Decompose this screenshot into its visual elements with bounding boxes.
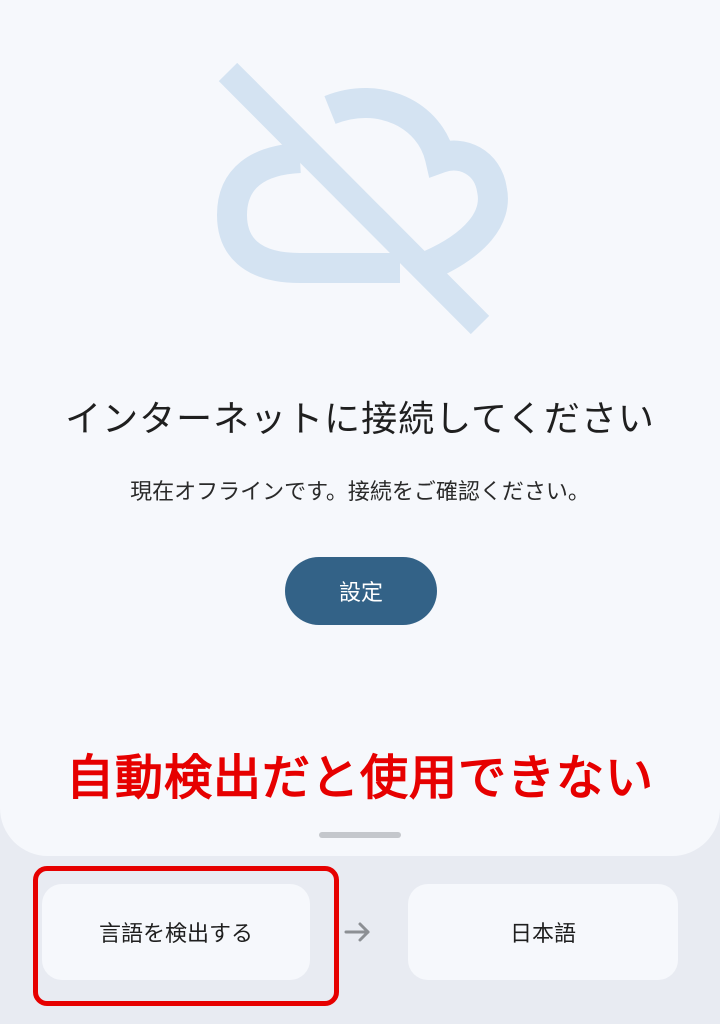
source-language-label: 言語を検出する xyxy=(98,922,253,947)
offline-title: インターネットに接続してください xyxy=(65,399,655,440)
settings-button-label: 設定 xyxy=(338,581,383,606)
source-language-button[interactable]: 言語を検出する xyxy=(42,884,310,980)
offline-card: インターネットに接続してください 現在オフラインです。接続をご確認ください。 設… xyxy=(0,0,720,856)
arrow-right-icon[interactable] xyxy=(340,916,376,948)
sheet-drag-handle[interactable] xyxy=(319,832,401,838)
settings-button[interactable]: 設定 xyxy=(285,557,437,625)
target-language-button[interactable]: 日本語 xyxy=(408,884,678,980)
target-language-label: 日本語 xyxy=(509,922,576,947)
annotation-caption: 自動検出だと使用できない xyxy=(65,750,654,806)
cloud-off-icon xyxy=(216,62,508,335)
offline-subtitle: 現在オフラインです。接続をご確認ください。 xyxy=(130,480,590,505)
